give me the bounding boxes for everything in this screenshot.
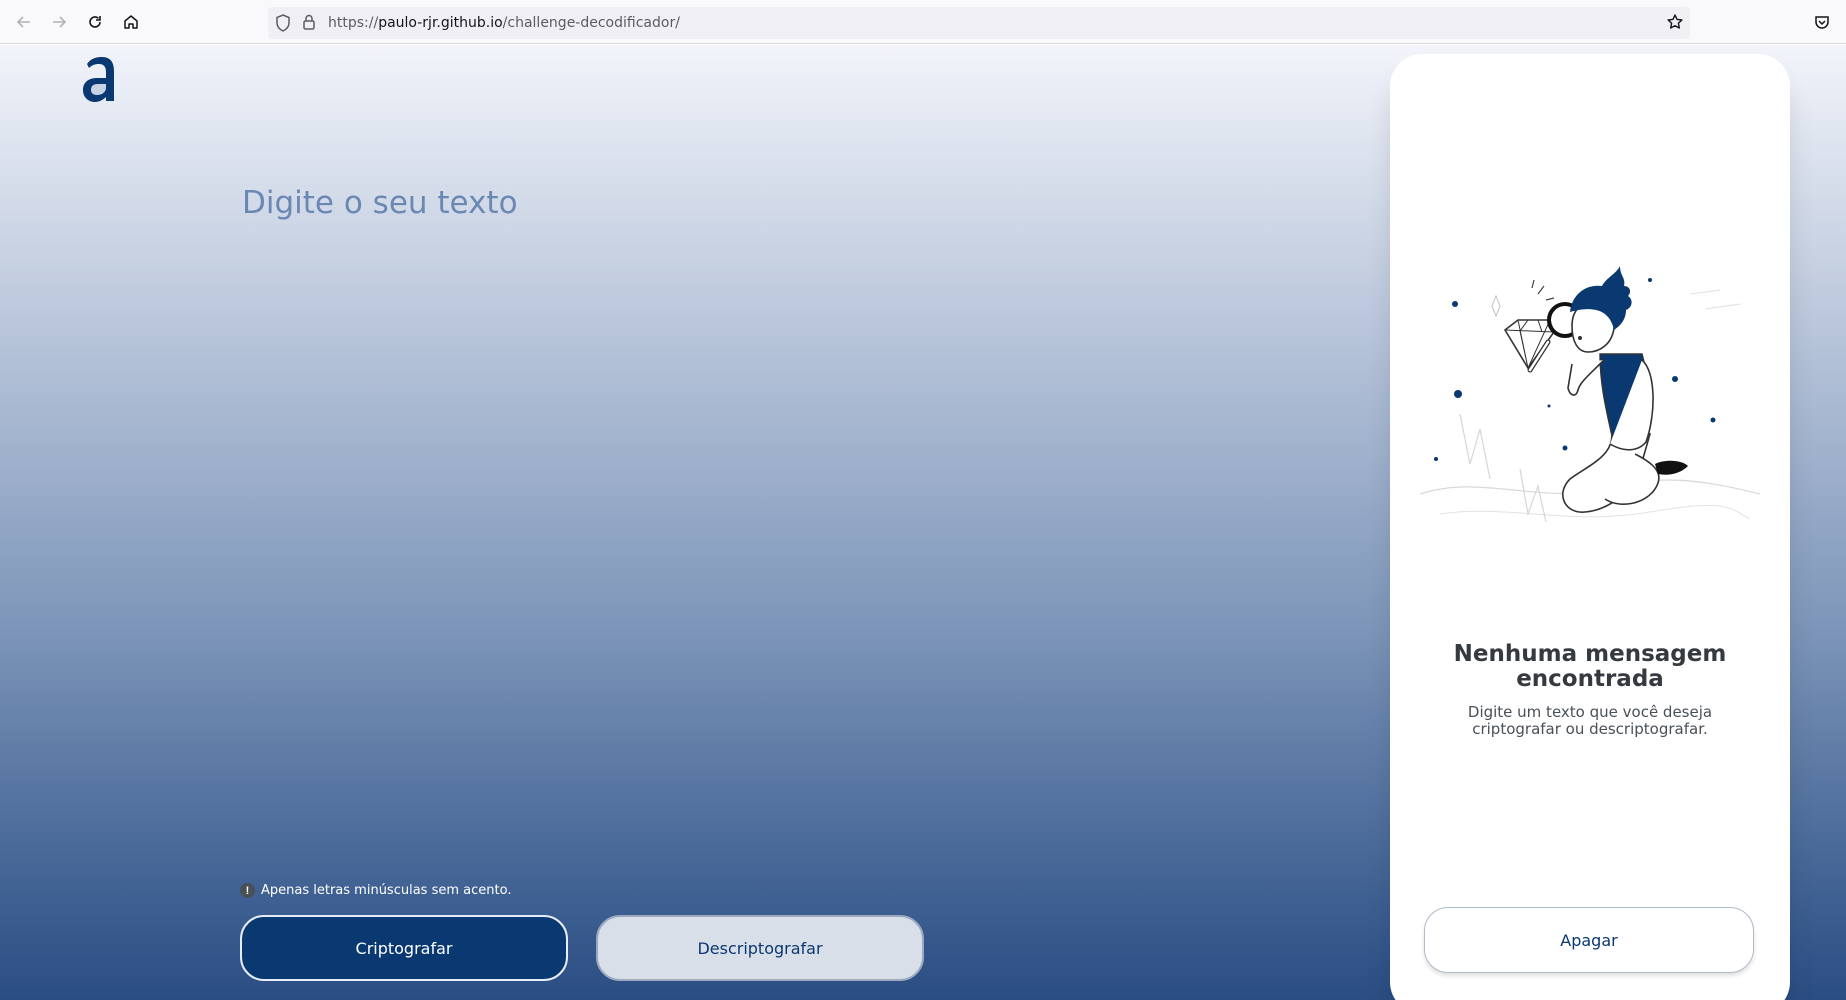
address-bar[interactable]: https://paulo-rjr.github.io/challenge-de… bbox=[268, 7, 1690, 39]
home-icon[interactable] bbox=[119, 10, 143, 34]
encrypt-button[interactable]: Criptografar bbox=[240, 915, 568, 981]
hint-text: Apenas letras minúsculas sem acento. bbox=[261, 883, 512, 898]
clear-button[interactable]: Apagar bbox=[1424, 907, 1754, 973]
reload-icon[interactable] bbox=[83, 10, 107, 34]
no-message-description: Digite um texto que você deseja criptogr… bbox=[1467, 703, 1713, 738]
input-hint: ! Apenas letras minúsculas sem acento. bbox=[240, 883, 511, 898]
url-text: https://paulo-rjr.github.io/challenge-de… bbox=[328, 15, 680, 31]
decrypt-button[interactable]: Descriptografar bbox=[596, 915, 924, 981]
url-prefix: https:// bbox=[328, 15, 379, 31]
back-arrow-icon[interactable] bbox=[12, 10, 36, 34]
result-panel: Nenhuma mensagem encontrada Digite um te… bbox=[1390, 54, 1790, 1000]
url-host: paulo-rjr.github.io bbox=[378, 15, 503, 31]
shield-icon[interactable] bbox=[274, 13, 292, 38]
page: ! Apenas letras minúsculas sem acento. C… bbox=[0, 45, 1846, 1000]
forward-arrow-icon[interactable] bbox=[47, 10, 71, 34]
info-icon: ! bbox=[240, 883, 255, 898]
url-path: /challenge-decodificador/ bbox=[502, 15, 680, 31]
message-input[interactable] bbox=[242, 185, 1292, 885]
person-with-magnifying-glass-illustration bbox=[1419, 264, 1761, 534]
bookmark-star-icon[interactable] bbox=[1666, 13, 1684, 36]
browser-toolbar: https://paulo-rjr.github.io/challenge-de… bbox=[0, 0, 1846, 44]
no-message-title: Nenhuma mensagem encontrada bbox=[1453, 641, 1727, 692]
pocket-icon[interactable] bbox=[1810, 10, 1834, 34]
alura-logo-icon[interactable] bbox=[80, 53, 120, 103]
lock-icon[interactable] bbox=[302, 13, 316, 36]
